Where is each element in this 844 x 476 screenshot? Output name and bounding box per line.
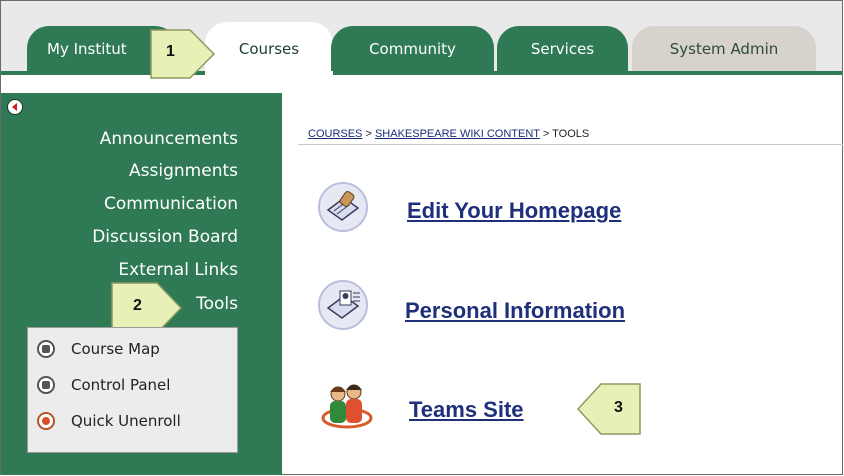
breadcrumb-divider [298,144,843,145]
tools-submenu: Course Map Control Panel Quick Unenroll [27,327,238,453]
sidebar-item-tools[interactable]: Tools [196,294,238,314]
tab-system-admin[interactable]: System Admin [632,26,816,71]
breadcrumb-current: TOOLS [552,128,590,140]
tab-services[interactable]: Services [497,26,628,71]
tab-label: System Admin [669,39,779,58]
tab-label: My Institut [47,39,127,58]
tab-label: Courses [238,39,300,58]
personal-information-icon[interactable] [316,278,370,332]
breadcrumb-separator: > [542,128,550,140]
personal-information-link[interactable]: Personal Information [405,298,625,324]
edit-homepage-link[interactable]: Edit Your Homepage [407,198,621,224]
teams-site-link[interactable]: Teams Site [409,397,524,423]
sidebar-item-external-links[interactable]: External Links [118,260,238,280]
tab-community[interactable]: Community [331,26,494,71]
quick-unenroll-icon [37,412,55,430]
breadcrumb-courses-link[interactable]: COURSES [308,128,362,140]
callout-1: 1 [150,29,216,79]
breadcrumb-separator: > [365,128,372,140]
arrow-left-icon [12,103,17,111]
sidebar-item-assignments[interactable]: Assignments [129,161,238,181]
edit-homepage-icon[interactable] [316,180,370,234]
breadcrumb-course-link[interactable]: SHAKESPEARE WIKI CONTENT [375,128,540,140]
callout-number: 3 [614,399,623,416]
tab-courses[interactable]: Courses [205,22,333,75]
callout-number: 2 [133,297,142,314]
tab-bar-underline [1,71,842,75]
tab-label: Community [369,39,456,58]
sidebar-item-announcements[interactable]: Announcements [100,129,238,149]
submenu-item-control-panel[interactable]: Control Panel [37,376,170,394]
collapse-sidebar-button[interactable] [7,99,23,115]
callout-number: 1 [166,43,175,60]
teams-site-icon[interactable] [320,378,374,432]
tab-label: Services [530,39,595,58]
sidebar-item-communication[interactable]: Communication [104,194,238,214]
course-map-icon [37,340,55,358]
submenu-label: Course Map [71,340,160,358]
breadcrumb: COURSES > SHAKESPEARE WIKI CONTENT > TOO… [308,128,589,140]
submenu-label: Quick Unenroll [71,412,181,430]
submenu-label: Control Panel [71,376,171,394]
sidebar-item-discussion-board[interactable]: Discussion Board [92,227,238,247]
control-panel-icon [37,376,55,394]
callout-3: 3 [576,383,641,435]
submenu-item-quick-unenroll[interactable]: Quick Unenroll [37,412,181,430]
submenu-item-course-map[interactable]: Course Map [37,340,160,358]
